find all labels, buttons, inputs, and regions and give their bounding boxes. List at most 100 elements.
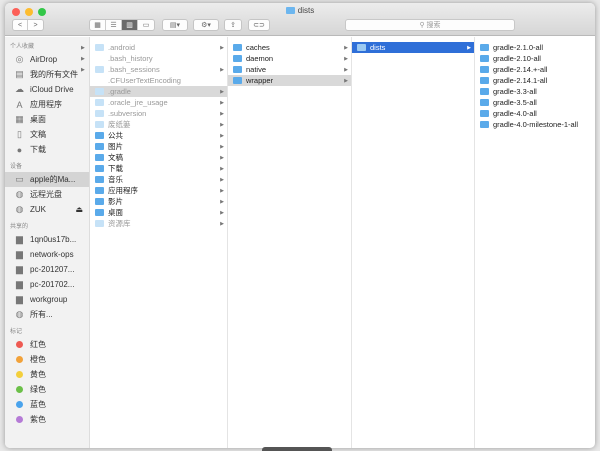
sidebar-item[interactable]: ▤ 我的所有文件	[5, 67, 89, 82]
file-row[interactable]: gradle-2.14.1-all	[475, 75, 595, 86]
file-row[interactable]: .subversion ▶	[90, 108, 227, 119]
all-files-icon: ▤	[15, 69, 24, 79]
folder-icon	[95, 99, 104, 106]
tag-dot-icon	[16, 416, 23, 423]
folder-icon	[285, 7, 295, 14]
eject-icon[interactable]: ⏏	[75, 205, 83, 214]
file-name: dists	[370, 43, 386, 52]
sidebar-item[interactable]: ▆ workgroup	[5, 292, 89, 307]
file-row[interactable]: .CFUserTextEncoding	[90, 75, 227, 86]
sidebar-item[interactable]: 绿色	[5, 382, 89, 397]
disc-icon: ◍	[15, 189, 24, 199]
file-row[interactable]: .oracle_jre_usage ▶	[90, 97, 227, 108]
share-button[interactable]: ⇪	[224, 19, 242, 31]
sidebar-item[interactable]: 蓝色	[5, 397, 89, 412]
file-name: gradle-4.0-milestone-1-all	[493, 120, 579, 129]
file-name: 文稿	[108, 153, 123, 162]
chevron-right-icon: ▶	[220, 209, 224, 216]
search-input[interactable]: ⚲ 搜索	[345, 19, 515, 31]
file-row[interactable]: gradle-4.0-all	[475, 108, 595, 119]
file-row[interactable]: 资源库 ▶	[90, 218, 227, 229]
sidebar-item-label: ZUK	[30, 205, 46, 214]
file-name: gradle-3.5-all	[493, 98, 537, 107]
file-row[interactable]: gradle-2.10-all	[475, 53, 595, 64]
file-row[interactable]: 下载 ▶	[90, 163, 227, 174]
computer-icon: ◍	[15, 309, 24, 319]
folder-icon	[480, 121, 489, 128]
sidebar-item-label: AirDrop	[30, 55, 58, 64]
file-row[interactable]: 音乐 ▶	[90, 174, 227, 185]
tag-button[interactable]: ⊂⊃	[248, 19, 270, 31]
file-name: wrapper	[246, 76, 274, 85]
sidebar-item[interactable]: ◍ 远程光盘	[5, 187, 89, 202]
file-row[interactable]: 文稿 ▶	[90, 152, 227, 163]
sidebar-item[interactable]: ▆ pc-201702...	[5, 277, 89, 292]
column-view-button[interactable]: ▥	[122, 20, 138, 30]
icon-view-button[interactable]: ▦	[90, 20, 106, 30]
disc-icon: ◍	[15, 204, 24, 214]
folder-icon	[95, 165, 104, 172]
file-row[interactable]: ▶ .bash_history	[81, 53, 227, 64]
file-name: native	[246, 65, 267, 74]
folder-icon	[480, 110, 489, 117]
sidebar-item[interactable]: ▆ 1qn0us17b...	[5, 232, 89, 247]
computer-icon: ▆	[16, 264, 23, 274]
sidebar-item[interactable]: ▦ 桌面	[5, 112, 89, 127]
folder-icon	[95, 176, 104, 183]
file-row[interactable]: daemon ▶	[228, 53, 351, 64]
download-icon: ●	[16, 144, 23, 155]
file-row[interactable]: 图片 ▶	[90, 141, 227, 152]
search-icon: ⚲	[419, 22, 427, 29]
sidebar-item[interactable]: A 应用程序	[5, 97, 89, 112]
file-row[interactable]: gradle-3.3-all	[475, 86, 595, 97]
forward-button[interactable]: >	[28, 20, 43, 30]
sidebar-item[interactable]: ▭ apple的Ma...	[5, 172, 89, 187]
file-row[interactable]: caches ▶	[228, 42, 351, 53]
file-row[interactable]: 桌面 ▶	[90, 207, 227, 218]
file-row[interactable]: 废纸篓 ▶	[90, 119, 227, 130]
file-row[interactable]: ▶ .bash_sessions ▶	[81, 64, 227, 75]
file-row[interactable]: gradle-3.5-all	[475, 97, 595, 108]
sidebar-item[interactable]: 紫色	[5, 412, 89, 427]
sidebar-item[interactable]: ☁ iCloud Drive	[5, 82, 89, 97]
disclosure-arrow-icon[interactable]: ▶	[81, 56, 85, 62]
file-row[interactable]: ▶ .android ▶	[81, 42, 227, 53]
sidebar-item[interactable]: ● 下载	[5, 142, 89, 157]
chevron-right-icon: ▶	[220, 154, 224, 161]
sidebar-item-label: iCloud Drive	[30, 85, 74, 94]
chevron-right-icon: ▶	[344, 77, 348, 84]
file-row[interactable]: .gradle ▶	[90, 86, 227, 97]
sidebar-item[interactable]: ▆ pc-201207...	[5, 262, 89, 277]
sidebar-item[interactable]: ◍ ZUK ⏏	[5, 202, 89, 217]
disclosure-arrow-icon[interactable]: ▶	[81, 45, 85, 51]
file-row[interactable]: 应用程序 ▶	[90, 185, 227, 196]
sidebar-item[interactable]: ◎ AirDrop	[5, 52, 89, 67]
window-title: dists	[5, 6, 595, 15]
file-row[interactable]: gradle-2.14.+-all	[475, 64, 595, 75]
gallery-view-button[interactable]: ▭	[138, 20, 154, 30]
arrange-button[interactable]: ▤▾	[162, 19, 188, 31]
sidebar-item[interactable]: ◍ 所有...	[5, 307, 89, 322]
sidebar-item[interactable]: ▯ 文稿	[5, 127, 89, 142]
file-row[interactable]: 影片 ▶	[90, 196, 227, 207]
file-row[interactable]: gradle-2.1.0-all	[475, 42, 595, 53]
folder-icon	[95, 220, 104, 227]
list-view-button[interactable]: ☰	[106, 20, 122, 30]
file-name: .android	[108, 43, 136, 52]
chevron-right-icon: ▶	[220, 165, 224, 172]
sidebar-item-label: 下载	[30, 145, 46, 154]
sidebar-item[interactable]: 黄色	[5, 367, 89, 382]
file-row[interactable]: wrapper ▶	[228, 75, 351, 86]
disclosure-arrow-icon[interactable]: ▶	[81, 67, 85, 73]
action-gear-button[interactable]: ⚙▾	[193, 19, 219, 31]
sidebar-item[interactable]: ▆ network-ops	[5, 247, 89, 262]
file-row[interactable]: gradle-4.0-milestone-1-all	[475, 119, 595, 130]
file-row[interactable]: 公共 ▶	[90, 130, 227, 141]
chevron-right-icon: ▶	[220, 143, 224, 150]
sidebar-item[interactable]: 红色	[5, 337, 89, 352]
sidebar-item[interactable]: 橙色	[5, 352, 89, 367]
back-button[interactable]: <	[13, 20, 29, 30]
file-row[interactable]: native ▶	[228, 64, 351, 75]
chevron-right-icon: ▶	[220, 187, 224, 194]
file-row[interactable]: dists ▶	[352, 42, 474, 53]
